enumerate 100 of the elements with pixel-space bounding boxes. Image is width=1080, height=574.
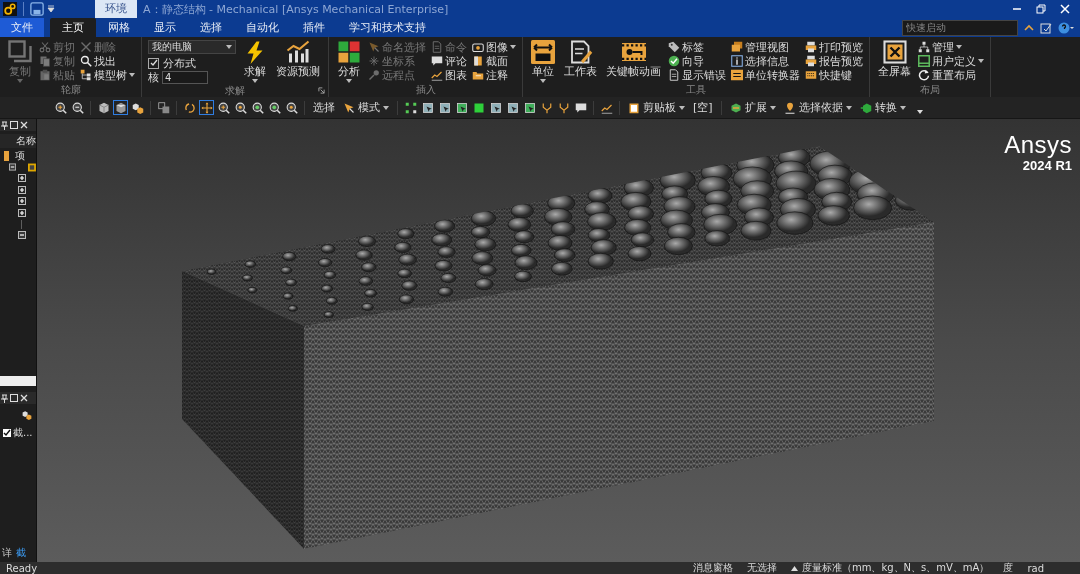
select-box-icon <box>438 101 451 114</box>
toolbar-button[interactable] <box>522 100 537 115</box>
close-icon[interactable] <box>20 394 28 402</box>
cubes-icon[interactable] <box>22 410 32 420</box>
ribbon-button[interactable]: 快捷键 <box>805 68 863 82</box>
ribbon-button[interactable]: 报告预览 <box>805 54 863 68</box>
expand-icon[interactable] <box>18 174 26 183</box>
ribbon-button[interactable]: 标签 <box>668 40 726 54</box>
toolbar-button[interactable] <box>199 100 214 115</box>
toolbar-button[interactable] <box>488 100 503 115</box>
checkbox-label: 分布式 <box>163 55 196 71</box>
gears-icon[interactable] <box>3 2 17 16</box>
select-box-icon <box>489 101 502 114</box>
collapse-icon[interactable] <box>18 231 26 240</box>
ribbon-button[interactable]: 打印预览 <box>805 40 863 54</box>
status-text: Ready <box>6 562 38 574</box>
ribbon-button[interactable]: 图表 <box>431 68 467 82</box>
launcher-icon[interactable] <box>318 87 325 94</box>
ribbon-tab[interactable]: 学习和技术支持 <box>337 18 438 37</box>
clipboard-icon <box>628 101 640 114</box>
ribbon-tab[interactable]: 插件 <box>291 18 337 37</box>
ribbon-button[interactable]: 图像 <box>472 40 516 54</box>
restore-icon[interactable] <box>1036 4 1046 14</box>
ribbon-button[interactable]: 工作表 <box>562 40 599 83</box>
probe-icon <box>368 69 380 81</box>
toolbar-menu[interactable]: 选择依据 <box>779 100 856 115</box>
toolbar-menu[interactable]: 扩展 <box>725 100 780 115</box>
ribbon-button[interactable]: 截面 <box>472 54 516 68</box>
ribbon-tab[interactable]: 显示 <box>142 18 188 37</box>
toolbar-button[interactable] <box>250 100 265 115</box>
expand-icon[interactable] <box>18 208 26 217</box>
pin-icon[interactable] <box>1 393 8 403</box>
restore-icon[interactable] <box>10 394 18 402</box>
toolbar-button[interactable] <box>113 100 128 115</box>
caret-up-icon <box>790 565 798 571</box>
toolbar-button[interactable] <box>216 100 231 115</box>
ribbon-button[interactable]: 向导 <box>668 54 726 68</box>
collapse-icon[interactable] <box>9 163 17 172</box>
toolbar-button[interactable] <box>454 100 469 115</box>
context-tab[interactable]: 环境 <box>95 0 137 18</box>
ribbon-button[interactable]: 全屏幕 <box>876 40 913 83</box>
ribbon-button[interactable]: 找出 <box>80 54 135 68</box>
ribbon-button[interactable]: 管理 <box>918 40 984 54</box>
ribbon-tab[interactable]: 选择 <box>188 18 234 37</box>
tree-item[interactable]: 项 <box>15 148 25 163</box>
ribbon-tab[interactable]: 主页 <box>50 18 96 37</box>
pin-icon[interactable] <box>1 120 8 130</box>
quick-launch-field[interactable]: 快速启动 <box>902 19 1018 36</box>
toolbar-menu[interactable]: 剪贴板 <box>624 100 689 115</box>
ribbon-button[interactable]: 分析 <box>335 40 363 83</box>
ribbon-tab[interactable]: 自动化 <box>234 18 291 37</box>
computer-dropdown[interactable]: 我的电脑 <box>148 40 236 54</box>
checkbox[interactable] <box>3 429 11 437</box>
restore-icon[interactable] <box>10 121 18 129</box>
ribbon-tab[interactable]: 文件 <box>0 18 44 37</box>
stacked-pages-icon <box>731 41 743 53</box>
panel-tab[interactable]: 详 <box>2 546 12 560</box>
ribbon-button[interactable]: 求解 <box>241 40 269 83</box>
ribbon-button[interactable]: 资源预测 <box>274 40 322 83</box>
toolbar-button[interactable] <box>70 100 85 115</box>
chevron-up-icon[interactable] <box>1024 22 1034 33</box>
toolbar-button[interactable] <box>420 100 435 115</box>
ribbon-button[interactable]: 单位转换器 <box>731 68 800 82</box>
caret-icon[interactable] <box>47 5 55 13</box>
checkbox[interactable] <box>148 57 159 69</box>
panel-tab[interactable]: 截 <box>16 546 26 560</box>
status-item: 消息窗格 <box>692 561 733 574</box>
ribbon-button[interactable]: 模型树 <box>80 68 135 82</box>
toolbar-button[interactable] <box>284 100 299 115</box>
scrollbar[interactable] <box>0 376 36 386</box>
toolbar-menu[interactable]: 模式 <box>339 100 393 115</box>
ribbon-button[interactable]: 重置布局 <box>918 68 984 82</box>
ribbon-button[interactable]: 注释 <box>472 68 516 82</box>
line-chart-icon <box>431 69 443 81</box>
toolbar-button[interactable] <box>96 100 111 115</box>
ribbon-button[interactable]: 用户定义 <box>918 54 984 68</box>
help-icon[interactable] <box>1058 21 1074 34</box>
ribbon-tab[interactable]: 网格 <box>96 18 142 37</box>
toolbar-button[interactable] <box>53 100 68 115</box>
units-menu[interactable]: 度量标准（mm、kg、N、s、mV、mA） <box>790 561 990 574</box>
toolbar-button[interactable] <box>437 100 452 115</box>
ribbon-button[interactable]: 管理视图 <box>731 40 800 54</box>
toolbar-button[interactable] <box>182 100 197 115</box>
caret-icon <box>226 45 232 49</box>
save-icon[interactable] <box>30 2 44 16</box>
close-icon[interactable] <box>20 121 28 129</box>
ribbon-button[interactable]: 显示错误 <box>668 68 726 82</box>
toolbar-button[interactable] <box>505 100 520 115</box>
expand-icon[interactable] <box>18 197 26 206</box>
toolbar-button[interactable] <box>267 100 282 115</box>
toolbar-button[interactable] <box>233 100 248 115</box>
note-icon[interactable] <box>1040 21 1052 34</box>
toolbar-button[interactable] <box>403 100 418 115</box>
toolbar-menu[interactable]: 转换 <box>855 100 910 115</box>
expand-icon[interactable] <box>18 185 26 194</box>
ribbon-button[interactable]: 单位 <box>529 40 557 83</box>
ribbon-button[interactable]: 选择信息 <box>731 54 800 68</box>
ribbon-button[interactable]: 评论 <box>431 54 467 68</box>
ribbon-button[interactable]: 关键帧动画 <box>604 40 663 83</box>
input-field[interactable]: 4 <box>162 70 208 84</box>
